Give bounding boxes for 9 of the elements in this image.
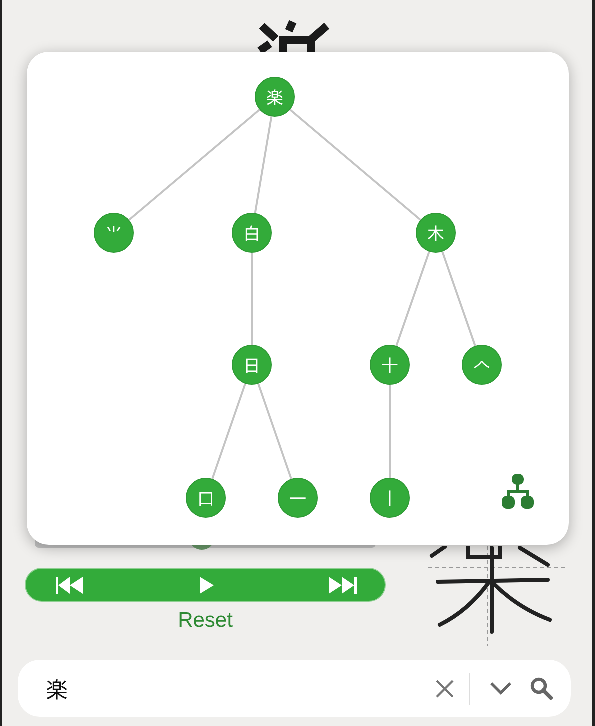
play-icon[interactable] xyxy=(200,576,214,594)
chevron-down-icon[interactable] xyxy=(490,682,512,695)
search-icon[interactable] xyxy=(530,677,553,700)
skip-back-icon[interactable] xyxy=(56,576,84,594)
search-bar[interactable]: 楽 xyxy=(18,660,571,717)
skip-forward-icon[interactable] xyxy=(329,576,357,594)
search-field[interactable]: 楽 xyxy=(44,672,436,706)
reset-link[interactable]: Reset xyxy=(176,609,235,633)
clear-icon[interactable] xyxy=(436,680,454,698)
